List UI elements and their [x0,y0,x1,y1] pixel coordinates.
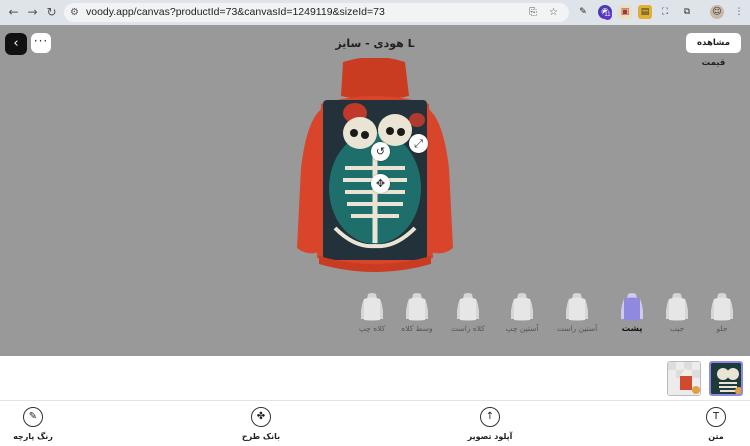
browser-menu-icon[interactable]: ⋮ [732,5,746,19]
extension-badge: 11 [603,11,612,20]
brush-icon: ✎ [23,407,43,427]
ellipsis-icon: ··· [33,34,49,48]
view-label: جیب [669,324,685,333]
move-arrows-icon: ✥ [375,177,386,190]
bookmark-star-icon[interactable]: ☆ [549,6,558,19]
view-option[interactable]: کلاه راست [446,293,490,334]
layers-bar [0,356,750,401]
screenshot-icon[interactable]: ⛶ [658,5,672,19]
design-bank-button[interactable]: ✤ بانک طرح [226,407,296,442]
view-label: وسط کلاه [401,324,433,333]
text-tool-label: متن [708,432,724,441]
address-bar[interactable]: ⚙ voody.app/canvas?productId=73&canvasId… [64,3,569,22]
skeleton-artwork-icon [711,363,741,394]
install-app-icon[interactable]: ⎘ [529,6,537,19]
view-label: جلو [716,324,728,333]
fabric-color-button[interactable]: ✎ رنگ پارچه [0,407,68,442]
view-option[interactable]: وسط کلاه [395,293,439,334]
building-artwork-icon [668,362,700,395]
text-icon: T [706,407,726,427]
rotate-handle[interactable]: ↺ [371,142,390,161]
upload-image-button[interactable]: ↑ آپلود تصویر [455,407,525,442]
text-tool-button[interactable]: T متن [681,407,750,442]
view-option[interactable]: جلو [700,293,744,334]
hoodie-thumbnail-icon [457,293,479,321]
url-text[interactable]: voody.app/canvas?productId=73&canvasId=1… [86,6,385,19]
resize-diagonal-icon: ⤢ [414,137,423,150]
view-label: کلاه راست [451,324,485,333]
view-option[interactable]: جیب [655,293,699,334]
view-option[interactable]: پشت [610,293,654,334]
chevron-left-icon: ‹ [13,36,19,51]
bottom-toolbar: T متن ↑ آپلود تصویر ✤ بانک طرح ✎ رنگ پار… [0,401,750,446]
hoodie-thumbnail-icon [361,293,383,321]
hoodie-thumbnail-icon [621,293,643,321]
site-info-icon[interactable]: ⚙ [70,6,79,19]
rotate-icon: ↺ [375,145,386,158]
back-button[interactable]: ‹ [5,33,27,55]
hoodie-thumbnail-icon [406,293,428,321]
hoodie-thumbnail-icon [711,293,733,321]
hoodie-thumbnail-icon [566,293,588,321]
layer-thumbnail-building[interactable] [667,361,701,396]
move-handle[interactable]: ✥ [371,174,390,193]
extension-icon-2[interactable]: ▣ [618,5,632,19]
more-options-button[interactable]: ··· [31,33,51,53]
reload-icon[interactable]: ↻ [43,4,60,21]
hoodie-back-render [297,57,453,272]
view-label: آستین چپ [505,324,539,333]
design-bank-icon: ✤ [251,407,271,427]
view-label: آستین راست [556,324,598,333]
design-bank-label: بانک طرح [241,432,281,441]
back-arrow-icon[interactable]: ← [5,4,22,21]
design-canvas[interactable]: ‹ ··· هودی - سایز L مشاهده قیمت ↺ ⤢ ✥ جل… [0,25,750,356]
upload-image-label: آپلود تصویر [467,432,513,441]
forward-arrow-icon[interactable]: → [24,4,41,21]
view-option[interactable]: آستین راست [555,293,599,334]
view-price-button[interactable]: مشاهده قیمت [686,33,741,68]
hoodie-thumbnail-icon [666,293,688,321]
hoodie-thumbnail-icon [511,293,533,321]
fabric-color-label: رنگ پارچه [13,432,53,441]
view-label: پشت [621,324,643,334]
view-option[interactable]: آستین چپ [500,293,544,334]
pen-extension-icon[interactable]: ✎ [576,5,590,19]
browser-toolbar: ← → ↻ ⚙ voody.app/canvas?productId=73&ca… [0,0,750,25]
layer-thumbnail-skeletons[interactable] [709,361,743,396]
page-title: هودی - سایز L [335,37,415,50]
view-option[interactable]: کلاه چپ [350,293,394,334]
view-label: کلاه چپ [358,324,386,333]
resize-handle[interactable]: ⤢ [409,134,428,153]
extensions-puzzle-icon[interactable]: ⧉ [680,5,694,19]
extension-icon-3[interactable]: ▤ [638,5,652,19]
profile-avatar-icon[interactable]: ☺ [710,5,724,19]
upload-icon: ↑ [480,407,500,427]
hoodie-preview[interactable]: ↺ ⤢ ✥ [295,57,455,282]
